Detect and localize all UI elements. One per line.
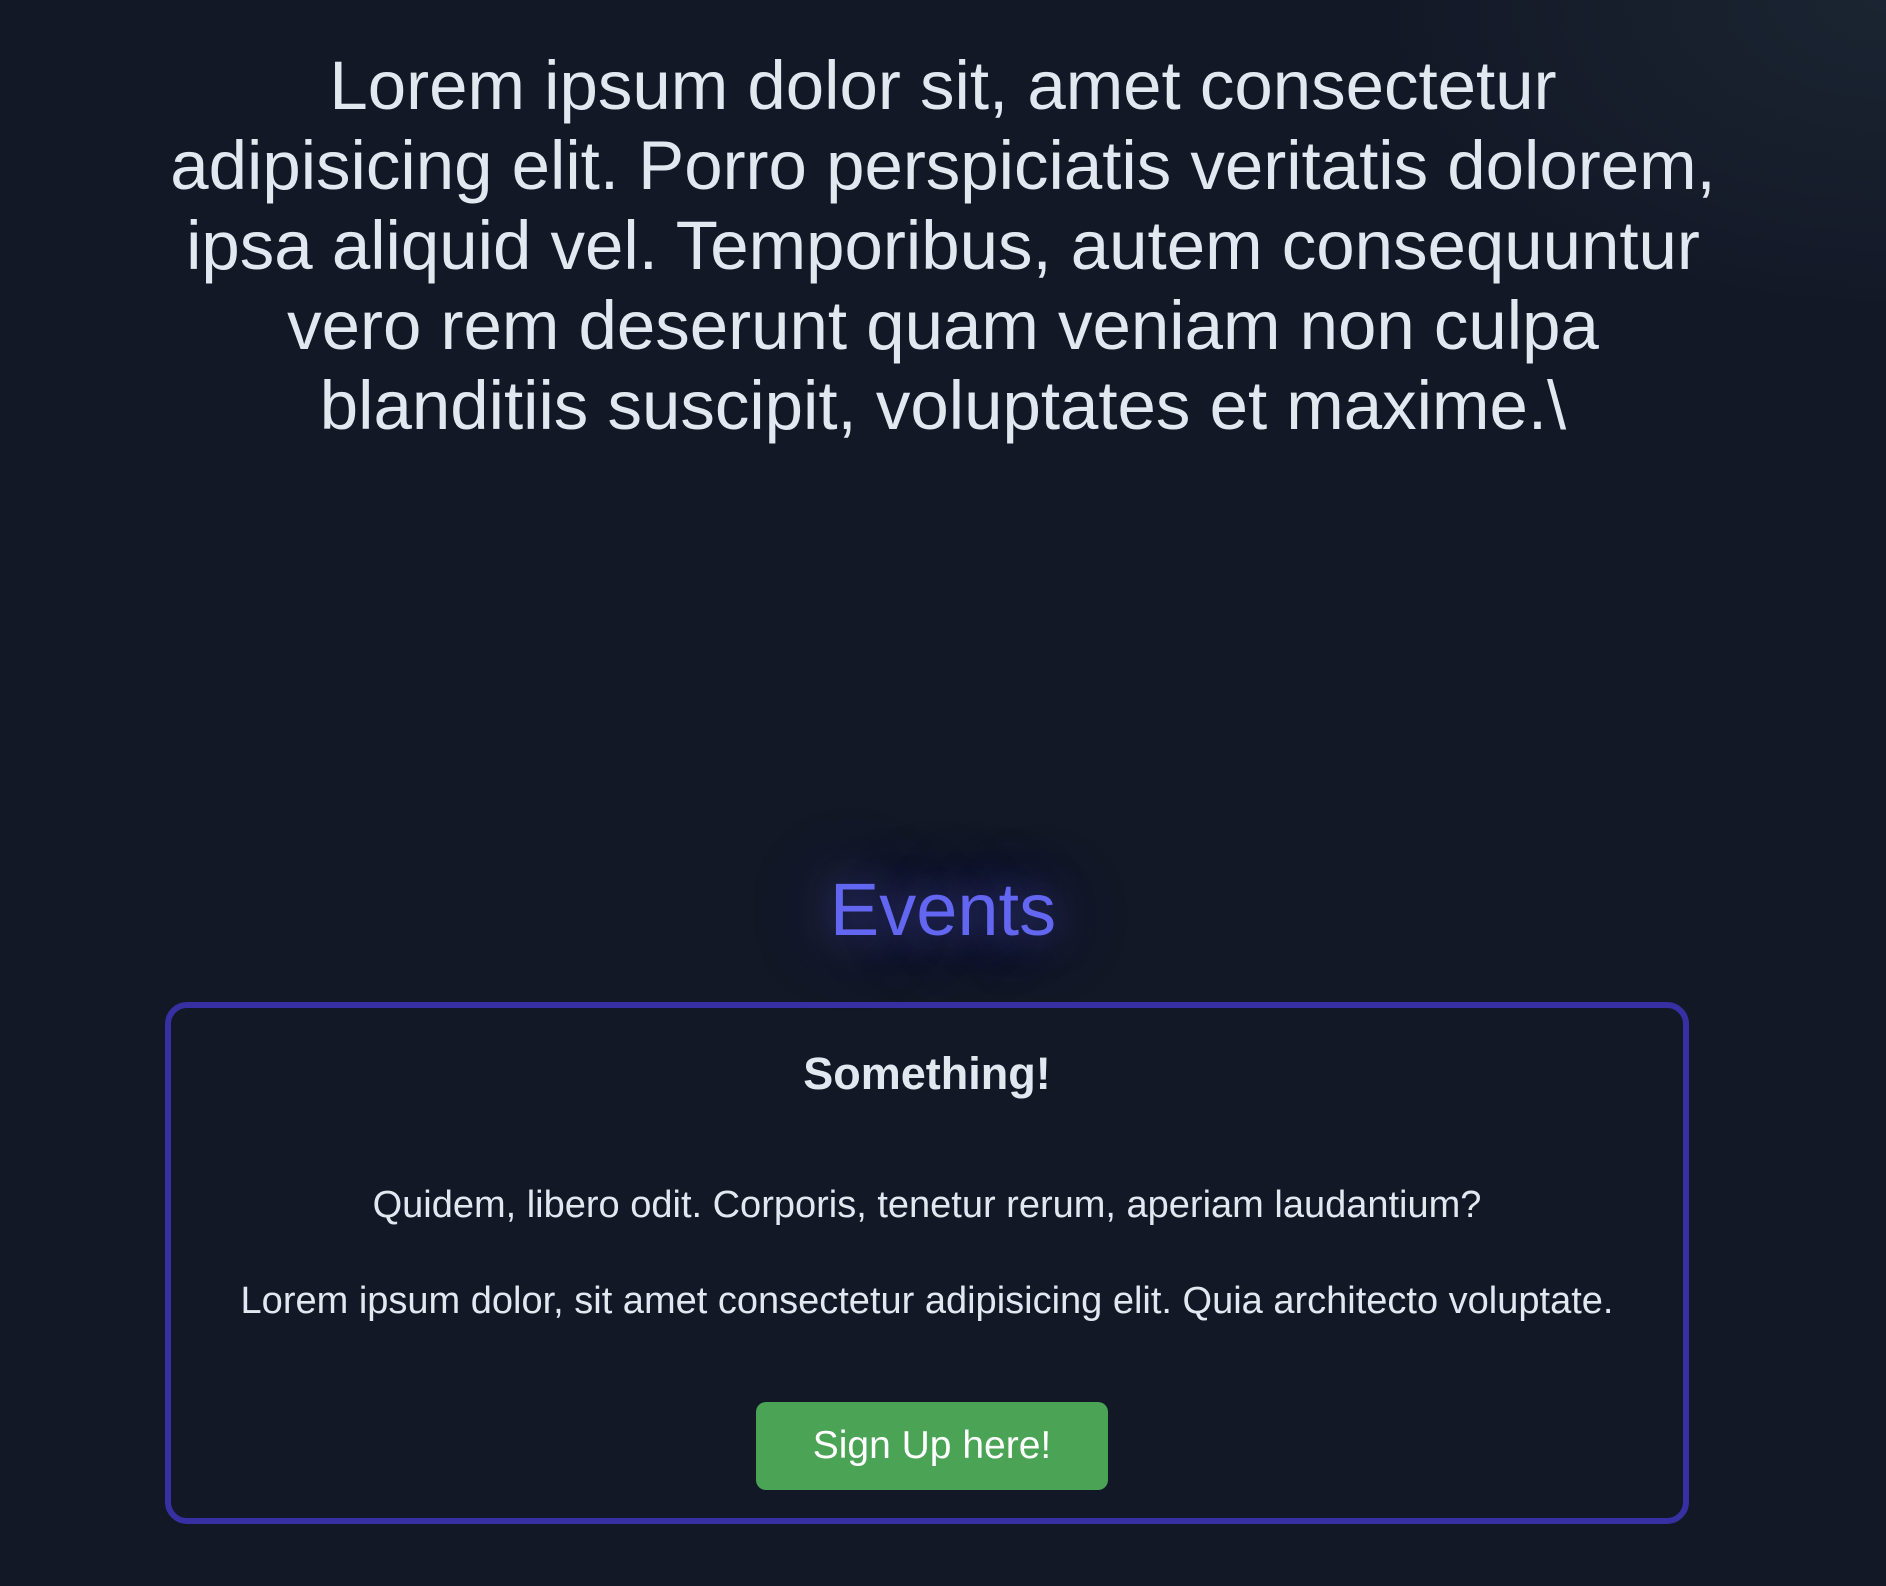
event-title: Something! [803, 1048, 1051, 1099]
events-heading: Events [829, 868, 1057, 951]
event-description-line-2: Lorem ipsum dolor, sit amet consectetur … [240, 1280, 1614, 1322]
event-description-line-1: Quidem, libero odit. Corporis, tenetur r… [372, 1184, 1482, 1226]
signup-button[interactable]: Sign Up here! [756, 1402, 1108, 1490]
intro-paragraph: Lorem ipsum dolor sit, amet consectetur … [170, 47, 1716, 444]
event-card: Something! Quidem, libero odit. Corporis… [165, 1002, 1689, 1524]
